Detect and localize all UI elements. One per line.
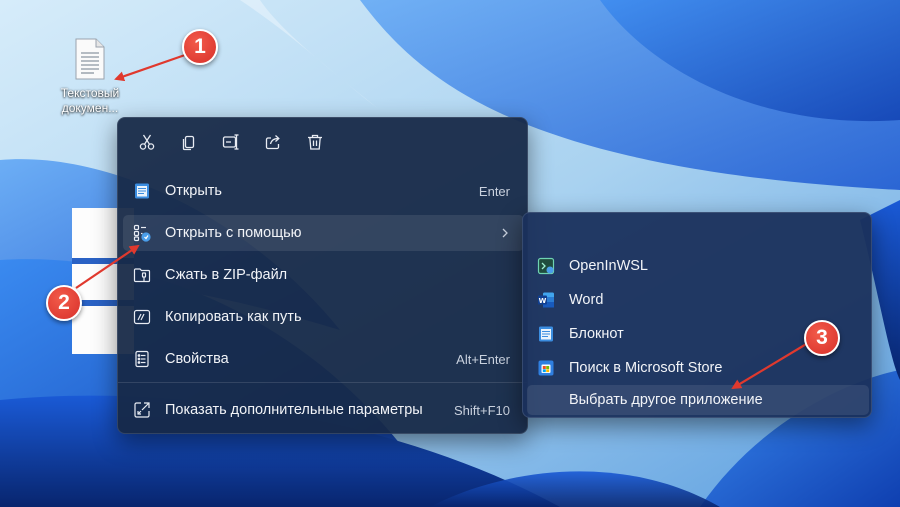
word-icon: W <box>538 292 554 308</box>
scissors-icon <box>139 134 155 150</box>
delete-button[interactable] <box>294 126 336 158</box>
store-icon <box>538 360 554 376</box>
copy-icon <box>182 135 195 151</box>
desktop-file[interactable]: Текстовый докумен... <box>55 38 125 116</box>
context-menu: Открыть Enter Открыть с помощью Сжать в … <box>117 117 528 434</box>
notepad-icon <box>135 183 149 199</box>
submenu-item-label: Поиск в Microsoft Store <box>569 360 723 376</box>
more-options-icon <box>134 402 150 418</box>
submenu-item-choose-another-app[interactable]: Выбрать другое приложение <box>527 385 869 415</box>
menu-item-label: Копировать как путь <box>165 309 302 325</box>
notepad-icon <box>539 326 553 342</box>
menu-item-properties[interactable]: Свойства Alt+Enter <box>123 341 524 377</box>
menu-item-label: Показать дополнительные параметры <box>165 402 423 418</box>
submenu-item-label: Блокнот <box>569 326 624 342</box>
rename-icon <box>222 134 239 150</box>
menu-item-copy-path[interactable]: Копировать как путь <box>123 299 524 335</box>
desktop-file-label: Текстовый докумен... <box>60 86 120 115</box>
share-icon <box>265 135 280 150</box>
menu-separator <box>118 382 527 383</box>
menu-item-shortcut: Enter <box>478 183 510 199</box>
share-button[interactable] <box>252 126 294 158</box>
submenu-item-label: Выбрать другое приложение <box>569 392 763 408</box>
menu-item-open[interactable]: Открыть Enter <box>123 173 524 209</box>
wsl-icon <box>537 257 555 275</box>
submenu-item-word[interactable]: W Word <box>527 285 869 315</box>
menu-item-show-more-options[interactable]: Показать дополнительные параметры Shift+… <box>123 392 524 428</box>
submenu-item-openinwsl[interactable]: OpenInWSL <box>527 251 869 281</box>
menu-item-open-with[interactable]: Открыть с помощью <box>123 215 524 251</box>
svg-text:W: W <box>539 297 547 305</box>
annotation-badge-1: 1 <box>182 29 218 65</box>
rename-button[interactable] <box>210 126 252 158</box>
menu-item-shortcut: Alt+Enter <box>456 351 510 367</box>
trash-icon <box>308 134 322 150</box>
submenu-item-label: OpenInWSL <box>569 258 648 274</box>
copy-button[interactable] <box>168 126 210 158</box>
chevron-right-icon <box>502 228 508 238</box>
quick-actions-bar <box>126 126 336 158</box>
zip-folder-icon <box>133 268 151 283</box>
annotation-badge-2: 2 <box>46 285 82 321</box>
properties-icon <box>135 350 149 368</box>
submenu-item-label: Word <box>569 292 604 308</box>
menu-item-label: Открыть с помощью <box>165 225 302 241</box>
menu-item-label: Свойства <box>165 351 229 367</box>
text-document-icon <box>74 38 106 80</box>
open-with-icon <box>133 224 151 242</box>
copy-path-icon <box>133 309 151 325</box>
open-with-submenu: OpenInWSL W Word Блокнот Поиск в Microso… <box>522 212 872 418</box>
cut-button[interactable] <box>126 126 168 158</box>
menu-item-label: Открыть <box>165 183 222 199</box>
annotation-badge-3: 3 <box>804 320 840 356</box>
menu-item-label: Сжать в ZIP-файл <box>165 267 288 283</box>
submenu-item-microsoft-store[interactable]: Поиск в Microsoft Store <box>527 353 869 383</box>
menu-item-compress-zip[interactable]: Сжать в ZIP-файл <box>123 257 524 293</box>
menu-item-shortcut: Shift+F10 <box>453 402 510 418</box>
